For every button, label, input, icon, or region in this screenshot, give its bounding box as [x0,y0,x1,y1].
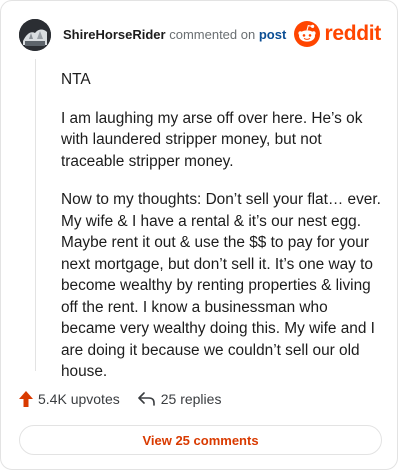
comment-body: NTA I am laughing my arse off over here.… [61,69,386,400]
avatar-image [19,19,51,51]
reddit-snoo-icon [294,21,321,47]
comment-paragraph: I am laughing my arse off over here. He’… [61,109,363,170]
avatar[interactable] [19,19,51,51]
upvote-arrow-icon [19,391,33,407]
post-link[interactable]: post [259,27,286,42]
username-link[interactable]: ShireHorseRider [63,27,166,42]
comment-meta: ShireHorseRider commented on post [63,27,286,43]
upvote-count: 5.4K upvotes [38,391,120,407]
upvote-stat[interactable]: 5.4K upvotes [19,391,120,407]
commented-on-text: commented on [169,27,256,42]
comment-stats: 5.4K upvotes 25 replies [19,387,221,411]
comment-header: ShireHorseRider commented on post reddit [19,19,381,53]
comment-paragraph: Now to my thoughts: Don’t sell your flat… [61,191,381,380]
reddit-logo[interactable]: reddit [294,19,381,49]
reddit-wordmark: reddit [324,22,381,45]
reply-arrow-icon [137,392,155,406]
comment-paragraph: NTA [61,71,91,88]
reply-count: 25 replies [160,391,222,407]
view-comments-button[interactable]: View 25 comments [19,425,382,455]
thread-line [35,59,36,371]
replies-stat[interactable]: 25 replies [137,391,222,407]
comment-card: ShireHorseRider commented on post reddit… [0,0,398,470]
